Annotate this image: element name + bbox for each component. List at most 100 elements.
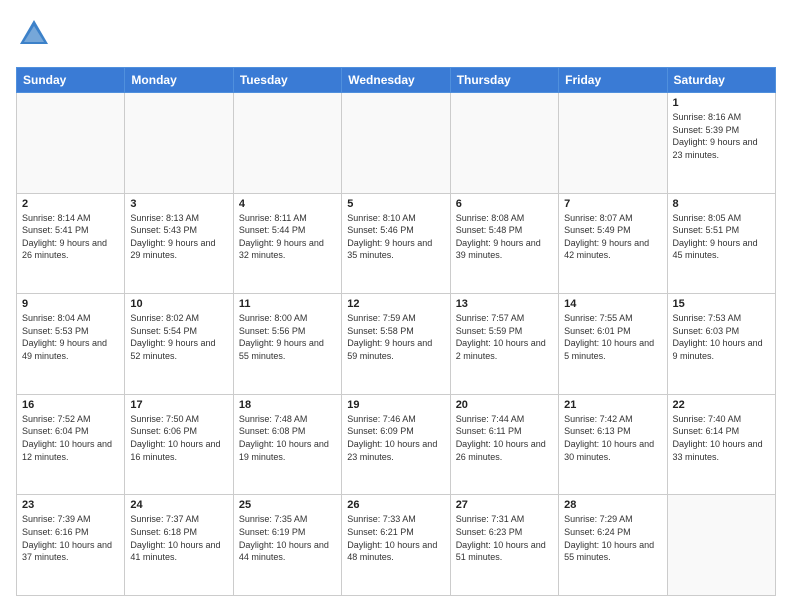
calendar-cell: 10 Sunrise: 8:02 AM Sunset: 5:54 PM Dayli…: [125, 294, 233, 395]
calendar-cell: [233, 93, 341, 194]
weekday-header-tuesday: Tuesday: [233, 68, 341, 93]
calendar-cell: 15 Sunrise: 7:53 AM Sunset: 6:03 PM Dayli…: [667, 294, 775, 395]
calendar-cell: 6Sunrise: 8:08 AM Sunset: 5:48 PM Daylig…: [450, 193, 558, 294]
day-number: 6: [456, 198, 553, 210]
calendar-cell: 20 Sunrise: 7:44 AM Sunset: 6:11 PM Dayli…: [450, 394, 558, 495]
calendar-cell: 3Sunrise: 8:13 AM Sunset: 5:43 PM Daylig…: [125, 193, 233, 294]
day-info: Sunrise: 8:02 AM Sunset: 5:54 PM Dayligh…: [130, 312, 227, 362]
day-number: 14: [564, 298, 661, 310]
day-info: Sunrise: 7:37 AM Sunset: 6:18 PM Dayligh…: [130, 513, 227, 563]
day-info: Sunrise: 8:11 AM Sunset: 5:44 PM Dayligh…: [239, 212, 336, 262]
calendar-cell: 19 Sunrise: 7:46 AM Sunset: 6:09 PM Dayli…: [342, 394, 450, 495]
logo-icon: [16, 16, 52, 52]
day-info: Sunrise: 7:46 AM Sunset: 6:09 PM Dayligh…: [347, 413, 444, 463]
calendar-cell: 9 Sunrise: 8:04 AM Sunset: 5:53 PM Daylig…: [17, 294, 125, 395]
calendar-cell: [342, 93, 450, 194]
day-info: Sunrise: 7:55 AM Sunset: 6:01 PM Dayligh…: [564, 312, 661, 362]
page: SundayMondayTuesdayWednesdayThursdayFrid…: [0, 0, 792, 612]
calendar-cell: 27 Sunrise: 7:31 AM Sunset: 6:23 PM Dayli…: [450, 495, 558, 596]
week-row-0: 1Sunrise: 8:16 AM Sunset: 5:39 PM Daylig…: [17, 93, 776, 194]
week-row-3: 16 Sunrise: 7:52 AM Sunset: 6:04 PM Dayli…: [17, 394, 776, 495]
calendar-cell: [125, 93, 233, 194]
week-row-1: 2 Sunrise: 8:14 AM Sunset: 5:41 PM Daylig…: [17, 193, 776, 294]
day-info: Sunrise: 8:16 AM Sunset: 5:39 PM Dayligh…: [673, 111, 770, 161]
calendar-cell: [559, 93, 667, 194]
calendar-cell: 28Sunrise: 7:29 AM Sunset: 6:24 PM Dayli…: [559, 495, 667, 596]
day-number: 11: [239, 298, 336, 310]
week-row-2: 9 Sunrise: 8:04 AM Sunset: 5:53 PM Daylig…: [17, 294, 776, 395]
day-info: Sunrise: 8:04 AM Sunset: 5:53 PM Dayligh…: [22, 312, 119, 362]
day-number: 27: [456, 499, 553, 511]
day-info: Sunrise: 7:53 AM Sunset: 6:03 PM Dayligh…: [673, 312, 770, 362]
day-number: 22: [673, 399, 770, 411]
day-info: Sunrise: 7:44 AM Sunset: 6:11 PM Dayligh…: [456, 413, 553, 463]
day-info: Sunrise: 7:52 AM Sunset: 6:04 PM Dayligh…: [22, 413, 119, 463]
day-info: Sunrise: 7:39 AM Sunset: 6:16 PM Dayligh…: [22, 513, 119, 563]
day-info: Sunrise: 7:50 AM Sunset: 6:06 PM Dayligh…: [130, 413, 227, 463]
day-number: 24: [130, 499, 227, 511]
day-info: Sunrise: 7:40 AM Sunset: 6:14 PM Dayligh…: [673, 413, 770, 463]
day-number: 8: [673, 198, 770, 210]
day-number: 18: [239, 399, 336, 411]
calendar-cell: 18 Sunrise: 7:48 AM Sunset: 6:08 PM Dayli…: [233, 394, 341, 495]
calendar-cell: 11 Sunrise: 8:00 AM Sunset: 5:56 PM Dayli…: [233, 294, 341, 395]
calendar-cell: 4 Sunrise: 8:11 AM Sunset: 5:44 PM Daylig…: [233, 193, 341, 294]
calendar-cell: 5Sunrise: 8:10 AM Sunset: 5:46 PM Daylig…: [342, 193, 450, 294]
calendar-cell: 21 Sunrise: 7:42 AM Sunset: 6:13 PM Dayli…: [559, 394, 667, 495]
calendar-cell: 23 Sunrise: 7:39 AM Sunset: 6:16 PM Dayli…: [17, 495, 125, 596]
calendar-cell: 25Sunrise: 7:35 AM Sunset: 6:19 PM Dayli…: [233, 495, 341, 596]
day-info: Sunrise: 7:48 AM Sunset: 6:08 PM Dayligh…: [239, 413, 336, 463]
day-number: 7: [564, 198, 661, 210]
day-number: 15: [673, 298, 770, 310]
day-info: Sunrise: 8:10 AM Sunset: 5:46 PM Dayligh…: [347, 212, 444, 262]
day-number: 2: [22, 198, 119, 210]
weekday-header-saturday: Saturday: [667, 68, 775, 93]
calendar-cell: 1Sunrise: 8:16 AM Sunset: 5:39 PM Daylig…: [667, 93, 775, 194]
day-info: Sunrise: 8:13 AM Sunset: 5:43 PM Dayligh…: [130, 212, 227, 262]
day-number: 13: [456, 298, 553, 310]
day-info: Sunrise: 7:59 AM Sunset: 5:58 PM Dayligh…: [347, 312, 444, 362]
calendar-cell: 24 Sunrise: 7:37 AM Sunset: 6:18 PM Dayli…: [125, 495, 233, 596]
week-row-4: 23 Sunrise: 7:39 AM Sunset: 6:16 PM Dayli…: [17, 495, 776, 596]
weekday-header-monday: Monday: [125, 68, 233, 93]
day-info: Sunrise: 8:07 AM Sunset: 5:49 PM Dayligh…: [564, 212, 661, 262]
calendar-cell: 13 Sunrise: 7:57 AM Sunset: 5:59 PM Dayli…: [450, 294, 558, 395]
day-info: Sunrise: 7:57 AM Sunset: 5:59 PM Dayligh…: [456, 312, 553, 362]
weekday-header-row: SundayMondayTuesdayWednesdayThursdayFrid…: [17, 68, 776, 93]
day-number: 28: [564, 499, 661, 511]
calendar-cell: 17Sunrise: 7:50 AM Sunset: 6:06 PM Dayli…: [125, 394, 233, 495]
calendar-cell: 22 Sunrise: 7:40 AM Sunset: 6:14 PM Dayli…: [667, 394, 775, 495]
day-number: 21: [564, 399, 661, 411]
day-info: Sunrise: 8:00 AM Sunset: 5:56 PM Dayligh…: [239, 312, 336, 362]
day-number: 25: [239, 499, 336, 511]
day-info: Sunrise: 8:05 AM Sunset: 5:51 PM Dayligh…: [673, 212, 770, 262]
day-number: 12: [347, 298, 444, 310]
calendar-cell: [17, 93, 125, 194]
calendar-cell: [667, 495, 775, 596]
day-number: 10: [130, 298, 227, 310]
day-info: Sunrise: 7:42 AM Sunset: 6:13 PM Dayligh…: [564, 413, 661, 463]
weekday-header-thursday: Thursday: [450, 68, 558, 93]
day-number: 9: [22, 298, 119, 310]
calendar-cell: 2 Sunrise: 8:14 AM Sunset: 5:41 PM Daylig…: [17, 193, 125, 294]
weekday-header-wednesday: Wednesday: [342, 68, 450, 93]
calendar-cell: [450, 93, 558, 194]
day-info: Sunrise: 8:14 AM Sunset: 5:41 PM Dayligh…: [22, 212, 119, 262]
day-info: Sunrise: 7:33 AM Sunset: 6:21 PM Dayligh…: [347, 513, 444, 563]
day-info: Sunrise: 7:31 AM Sunset: 6:23 PM Dayligh…: [456, 513, 553, 563]
calendar-cell: 8 Sunrise: 8:05 AM Sunset: 5:51 PM Daylig…: [667, 193, 775, 294]
day-number: 16: [22, 399, 119, 411]
calendar-cell: 26 Sunrise: 7:33 AM Sunset: 6:21 PM Dayli…: [342, 495, 450, 596]
calendar-cell: 7 Sunrise: 8:07 AM Sunset: 5:49 PM Daylig…: [559, 193, 667, 294]
day-number: 23: [22, 499, 119, 511]
calendar-cell: 16 Sunrise: 7:52 AM Sunset: 6:04 PM Dayli…: [17, 394, 125, 495]
calendar-table: SundayMondayTuesdayWednesdayThursdayFrid…: [16, 67, 776, 596]
calendar-cell: 14 Sunrise: 7:55 AM Sunset: 6:01 PM Dayli…: [559, 294, 667, 395]
weekday-header-sunday: Sunday: [17, 68, 125, 93]
calendar-cell: 12 Sunrise: 7:59 AM Sunset: 5:58 PM Dayli…: [342, 294, 450, 395]
logo: [16, 16, 56, 57]
day-number: 20: [456, 399, 553, 411]
day-number: 26: [347, 499, 444, 511]
day-number: 19: [347, 399, 444, 411]
day-number: 4: [239, 198, 336, 210]
